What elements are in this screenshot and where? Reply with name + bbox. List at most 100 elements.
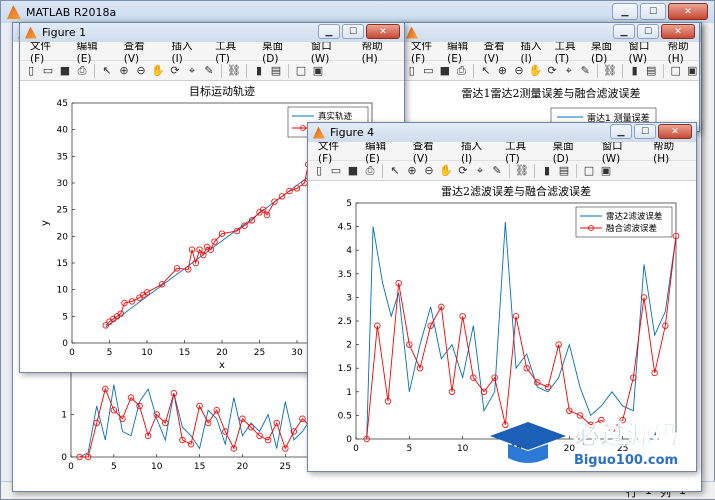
zoom-out-icon[interactable]: ⊖ <box>512 64 526 78</box>
fig4-ytick-label: 2.5 <box>338 317 352 327</box>
legend-icon[interactable]: ▤ <box>644 64 658 78</box>
fig4-ytick-label: 3.5 <box>338 270 352 280</box>
close-icon[interactable]: ✕ <box>668 3 708 20</box>
maximize-icon[interactable]: ☐ <box>634 124 656 139</box>
save-icon[interactable]: ■ <box>438 64 452 78</box>
back-ytick-label: 1 <box>61 411 67 421</box>
toolbar-separator <box>382 163 383 178</box>
fig4-ytick-label: 0 <box>346 435 352 445</box>
pointer-icon[interactable]: ↖ <box>479 64 493 78</box>
zoom-out-icon[interactable]: ⊖ <box>134 64 148 78</box>
back-xtick-label: 20 <box>237 462 249 472</box>
matlab-title-bar: MATLAB R2018a ▁ ☐ ✕ <box>1 1 714 23</box>
fig1-ytick-label: 10 <box>57 286 69 296</box>
fig4-axes-box <box>355 202 677 440</box>
figure3-window: ▁ ☐ ✕ 文件(F) 编辑(E) 查看(V) 插入(I) 工具(T) 桌面(D) 窗口(W… <box>400 22 700 132</box>
watermark-graphic: 必过源码 Biguo100.com <box>490 421 678 468</box>
back-xtick-label: 5 <box>111 462 117 472</box>
toolbar-separator <box>221 63 222 78</box>
new-file-icon[interactable]: ▯ <box>24 64 38 78</box>
toolbar-separator <box>473 63 475 78</box>
fig1-xtick-label: 0 <box>69 348 75 358</box>
print-icon[interactable]: ⎙ <box>455 64 469 78</box>
link-icon[interactable]: ⛓ <box>603 64 617 78</box>
zoom-in-icon[interactable]: ⊕ <box>117 64 131 78</box>
colorbar-icon[interactable]: ▮ <box>252 64 266 78</box>
figure3-toolbar: ▯ ▭ ■ ⎙ ↖ ⊕ ⊖ ✋ ⟳ ⌖ ✎ ⛓ ▮ ▤ □ ▣ <box>401 61 699 81</box>
back-xtick-label: 25 <box>280 462 291 472</box>
minimize-icon[interactable]: ▁ <box>610 124 632 139</box>
pointer-icon[interactable]: ↖ <box>388 164 402 178</box>
hide-plot-icon[interactable]: □ <box>582 164 596 178</box>
figure-icon <box>406 26 418 39</box>
close-icon[interactable]: ✕ <box>661 24 695 39</box>
link-icon[interactable]: ⛓ <box>515 164 529 178</box>
maximize-icon[interactable]: ☐ <box>342 24 364 39</box>
link-icon[interactable]: ⛓ <box>227 64 241 78</box>
fig4-ytick-label: 0.5 <box>338 411 352 421</box>
hide-plot-icon[interactable]: □ <box>669 64 683 78</box>
toolbar-separator <box>621 63 623 78</box>
data-cursor-icon[interactable]: ⌖ <box>185 64 199 78</box>
minimize-icon[interactable]: ▁ <box>318 24 340 39</box>
save-icon[interactable]: ■ <box>58 64 72 78</box>
minimize-icon[interactable]: ▁ <box>613 24 635 39</box>
fig1-xtick-label: 15 <box>179 348 190 358</box>
maximize-icon[interactable]: ☐ <box>637 24 659 39</box>
show-plot-icon[interactable]: ▣ <box>685 64 699 78</box>
legend-icon[interactable]: ▤ <box>269 64 283 78</box>
figure4-title-bar[interactable]: Figure 4 ▁ ☐ ✕ <box>308 123 696 142</box>
fig1-xlabel: x <box>219 360 225 371</box>
pan-icon[interactable]: ✋ <box>439 164 453 178</box>
colorbar-icon[interactable]: ▮ <box>628 64 642 78</box>
pointer-icon[interactable]: ↖ <box>100 64 114 78</box>
fig4-ytick-label: 2 <box>346 341 352 351</box>
fig4-legend-label: 融合滤波误差 <box>606 223 657 234</box>
fig1-ytick-label: 0 <box>62 339 68 349</box>
data-cursor-icon[interactable]: ⌖ <box>562 64 576 78</box>
data-cursor-icon[interactable]: ⌖ <box>473 164 487 178</box>
close-icon[interactable]: ✕ <box>658 124 692 139</box>
hide-plot-icon[interactable]: □ <box>294 64 308 78</box>
matlab-logo-icon <box>7 5 21 19</box>
minimize-icon[interactable]: ▁ <box>612 3 638 20</box>
brush-icon[interactable]: ✎ <box>202 64 216 78</box>
save-icon[interactable]: ■ <box>346 164 360 178</box>
new-file-icon[interactable]: ▯ <box>405 64 419 78</box>
show-plot-icon[interactable]: ▣ <box>311 64 325 78</box>
pan-icon[interactable]: ✋ <box>529 64 543 78</box>
fig1-ytick-label: 45 <box>57 99 68 109</box>
show-plot-icon[interactable]: ▣ <box>599 164 613 178</box>
maximize-icon[interactable]: ☐ <box>640 3 666 20</box>
open-icon[interactable]: ▭ <box>41 64 55 78</box>
fig1-ytick-label: 20 <box>57 232 69 242</box>
rotate-icon[interactable]: ⟳ <box>456 164 470 178</box>
print-icon[interactable]: ⎙ <box>363 164 377 178</box>
zoom-in-icon[interactable]: ⊕ <box>405 164 419 178</box>
open-icon[interactable]: ▭ <box>422 64 436 78</box>
rotate-icon[interactable]: ⟳ <box>545 64 559 78</box>
brush-icon[interactable]: ✎ <box>578 64 592 78</box>
fig4-ytick-label: 4 <box>346 246 352 256</box>
back-xtick-label: 0 <box>68 462 74 472</box>
rotate-icon[interactable]: ⟳ <box>168 64 182 78</box>
figure1-title-bar[interactable]: Figure 1 ▁ ☐ ✕ <box>20 23 404 42</box>
figure-icon <box>25 26 37 39</box>
figure3-chart-title: 雷达1雷达2测量误差与融合滤波误差 <box>462 86 641 100</box>
legend-icon[interactable]: ▤ <box>557 164 571 178</box>
zoom-out-icon[interactable]: ⊖ <box>422 164 436 178</box>
print-icon[interactable]: ⎙ <box>75 64 89 78</box>
open-icon[interactable]: ▭ <box>329 164 343 178</box>
fig4-ytick-label: 1.5 <box>338 364 352 374</box>
fig1-ytick-label: 40 <box>57 126 69 136</box>
close-icon[interactable]: ✕ <box>366 24 400 39</box>
pan-icon[interactable]: ✋ <box>151 64 165 78</box>
brush-icon[interactable]: ✎ <box>490 164 504 178</box>
new-file-icon[interactable]: ▯ <box>312 164 326 178</box>
watermark-logo: 必过源码 Biguo100.com <box>486 414 691 472</box>
colorbar-icon[interactable]: ▮ <box>540 164 554 178</box>
figure3-title-bar[interactable]: ▁ ☐ ✕ <box>401 23 699 42</box>
toolbar-separator <box>534 163 535 178</box>
zoom-in-icon[interactable]: ⊕ <box>496 64 510 78</box>
toolbar-separator <box>596 63 598 78</box>
